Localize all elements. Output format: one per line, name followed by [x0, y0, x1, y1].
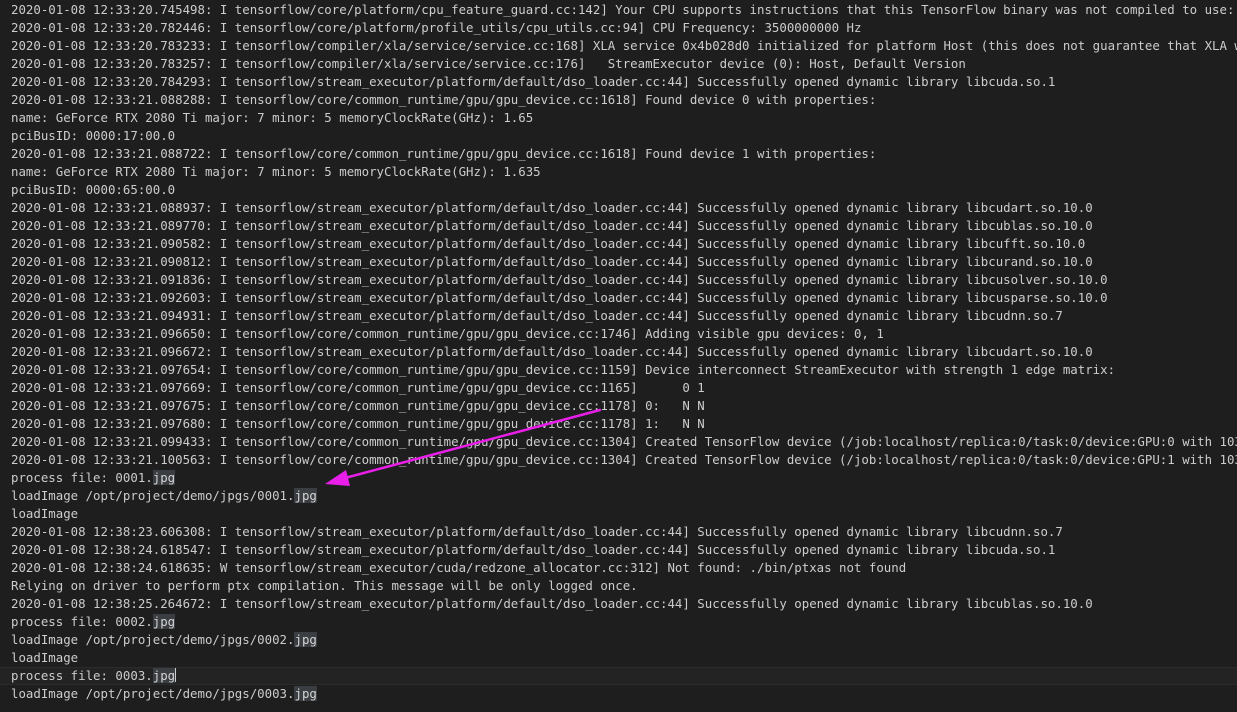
terminal-line: loadImage /opt/project/demo/jpgs/0002.jp…	[0, 631, 1237, 649]
terminal-line: pciBusID: 0000:17:00.0	[0, 127, 1237, 145]
line-text: pciBusID: 0000:65:00.0	[11, 182, 176, 197]
search-match-highlight: jpg	[152, 470, 176, 485]
search-match-highlight: jpg	[152, 668, 176, 683]
line-text: 2020-01-08 12:38:23.606308: I tensorflow…	[11, 524, 1063, 539]
terminal-line: loadImage	[0, 505, 1237, 523]
terminal-line: 2020-01-08 12:33:21.090582: I tensorflow…	[0, 235, 1237, 253]
line-text: 2020-01-08 12:33:21.099433: I tensorflow…	[11, 434, 1237, 449]
terminal-line: 2020-01-08 12:33:21.096650: I tensorflow…	[0, 325, 1237, 343]
line-text: 2020-01-08 12:33:20.784293: I tensorflow…	[11, 74, 1056, 89]
line-text: 2020-01-08 12:33:21.090812: I tensorflow…	[11, 254, 1093, 269]
line-text: loadImage /opt/project/demo/jpgs/0001.	[11, 488, 295, 503]
search-match-highlight: jpg	[294, 632, 317, 647]
terminal-line: 2020-01-08 12:33:21.094931: I tensorflow…	[0, 307, 1237, 325]
line-text: 2020-01-08 12:33:21.088937: I tensorflow…	[11, 200, 1093, 215]
terminal-line: name: GeForce RTX 2080 Ti major: 7 minor…	[0, 109, 1237, 127]
search-match-highlight: jpg	[294, 686, 317, 701]
terminal-line: 2020-01-08 12:33:21.100563: I tensorflow…	[0, 451, 1237, 469]
terminal-line: 2020-01-08 12:38:24.618635: W tensorflow…	[0, 559, 1237, 577]
terminal-line: 2020-01-08 12:33:21.090812: I tensorflow…	[0, 253, 1237, 271]
terminal-output[interactable]: 2020-01-08 12:33:20.745498: I tensorflow…	[0, 0, 1237, 712]
line-text: name: GeForce RTX 2080 Ti major: 7 minor…	[11, 110, 534, 125]
line-text: loadImage /opt/project/demo/jpgs/0002.	[11, 632, 295, 647]
line-text: 2020-01-08 12:33:21.088288: I tensorflow…	[11, 92, 877, 107]
terminal-line: name: GeForce RTX 2080 Ti major: 7 minor…	[0, 163, 1237, 181]
terminal-line: 2020-01-08 12:33:21.099433: I tensorflow…	[0, 433, 1237, 451]
terminal-line: 2020-01-08 12:33:21.097669: I tensorflow…	[0, 379, 1237, 397]
line-text: 2020-01-08 12:38:25.264672: I tensorflow…	[11, 596, 1093, 611]
terminal-line-current: process file: 0003.jpg	[0, 667, 1237, 685]
line-text: 2020-01-08 12:33:21.089770: I tensorflow…	[11, 218, 1093, 233]
terminal-line: 2020-01-08 12:33:21.097675: I tensorflow…	[0, 397, 1237, 415]
terminal-line: loadImage /opt/project/demo/jpgs/0003.jp…	[0, 685, 1237, 703]
search-match-highlight: jpg	[294, 488, 317, 503]
terminal-line: 2020-01-08 12:33:21.092603: I tensorflow…	[0, 289, 1237, 307]
line-text: 2020-01-08 12:33:20.783233: I tensorflow…	[11, 38, 1237, 53]
line-text: 2020-01-08 12:33:21.097680: I tensorflow…	[11, 416, 705, 431]
terminal-line: 2020-01-08 12:38:23.606308: I tensorflow…	[0, 523, 1237, 541]
line-text: loadImage	[11, 506, 79, 521]
terminal-line: pciBusID: 0000:65:00.0	[0, 181, 1237, 199]
line-text: 2020-01-08 12:33:20.745498: I tensorflow…	[11, 2, 1237, 17]
line-text: name: GeForce RTX 2080 Ti major: 7 minor…	[11, 164, 541, 179]
terminal-line: 2020-01-08 12:33:20.745498: I tensorflow…	[0, 1, 1237, 19]
terminal-line: 2020-01-08 12:33:21.096672: I tensorflow…	[0, 343, 1237, 361]
line-text: 2020-01-08 12:33:21.096672: I tensorflow…	[11, 344, 1093, 359]
terminal-line: 2020-01-08 12:33:20.782446: I tensorflow…	[0, 19, 1237, 37]
terminal-line: 2020-01-08 12:33:21.091836: I tensorflow…	[0, 271, 1237, 289]
text-cursor	[175, 668, 177, 682]
terminal-line: 2020-01-08 12:33:21.088937: I tensorflow…	[0, 199, 1237, 217]
search-match-highlight: jpg	[152, 614, 176, 629]
terminal-line: 2020-01-08 12:33:21.088722: I tensorflow…	[0, 145, 1237, 163]
line-text: 2020-01-08 12:33:21.097675: I tensorflow…	[11, 398, 705, 413]
terminal-line: 2020-01-08 12:33:21.097680: I tensorflow…	[0, 415, 1237, 433]
terminal-line: 2020-01-08 12:33:20.784293: I tensorflow…	[0, 73, 1237, 91]
terminal-line: 2020-01-08 12:38:25.264672: I tensorflow…	[0, 595, 1237, 613]
line-text: 2020-01-08 12:33:21.097669: I tensorflow…	[11, 380, 705, 395]
terminal-line: 2020-01-08 12:33:21.088288: I tensorflow…	[0, 91, 1237, 109]
line-text: loadImage /opt/project/demo/jpgs/0003.	[11, 686, 295, 701]
line-text: 2020-01-08 12:33:21.096650: I tensorflow…	[11, 326, 884, 341]
terminal-line: 2020-01-08 12:38:24.618547: I tensorflow…	[0, 541, 1237, 559]
terminal-line: process file: 0001.jpg	[0, 469, 1237, 487]
line-text: process file: 0003.	[11, 668, 153, 683]
terminal-line: 2020-01-08 12:33:20.783257: I tensorflow…	[0, 55, 1237, 73]
line-text: 2020-01-08 12:33:21.088722: I tensorflow…	[11, 146, 877, 161]
terminal-line: loadImage	[0, 649, 1237, 667]
line-text: 2020-01-08 12:33:20.782446: I tensorflow…	[11, 20, 862, 35]
line-text: 2020-01-08 12:33:21.097654: I tensorflow…	[11, 362, 1116, 377]
line-text: Relying on driver to perform ptx compila…	[11, 578, 638, 593]
terminal-line: loadImage /opt/project/demo/jpgs/0001.jp…	[0, 487, 1237, 505]
line-text: 2020-01-08 12:38:24.618635: W tensorflow…	[11, 560, 907, 575]
terminal-line: 2020-01-08 12:33:21.089770: I tensorflow…	[0, 217, 1237, 235]
line-text: 2020-01-08 12:33:21.090582: I tensorflow…	[11, 236, 1086, 251]
line-text: process file: 0001.	[11, 470, 153, 485]
log-lines: 2020-01-08 12:33:20.745498: I tensorflow…	[0, 1, 1237, 703]
line-text: loadImage	[11, 650, 79, 665]
line-text: 2020-01-08 12:33:21.092603: I tensorflow…	[11, 290, 1108, 305]
line-text: 2020-01-08 12:33:21.094931: I tensorflow…	[11, 308, 1063, 323]
line-text: 2020-01-08 12:33:20.783257: I tensorflow…	[11, 56, 966, 71]
terminal-line: 2020-01-08 12:33:21.097654: I tensorflow…	[0, 361, 1237, 379]
terminal-line: process file: 0002.jpg	[0, 613, 1237, 631]
line-text: pciBusID: 0000:17:00.0	[11, 128, 176, 143]
line-text: 2020-01-08 12:33:21.091836: I tensorflow…	[11, 272, 1108, 287]
line-text: 2020-01-08 12:33:21.100563: I tensorflow…	[11, 452, 1237, 467]
line-text: 2020-01-08 12:38:24.618547: I tensorflow…	[11, 542, 1056, 557]
line-text: process file: 0002.	[11, 614, 153, 629]
terminal-line: Relying on driver to perform ptx compila…	[0, 577, 1237, 595]
terminal-line: 2020-01-08 12:33:20.783233: I tensorflow…	[0, 37, 1237, 55]
